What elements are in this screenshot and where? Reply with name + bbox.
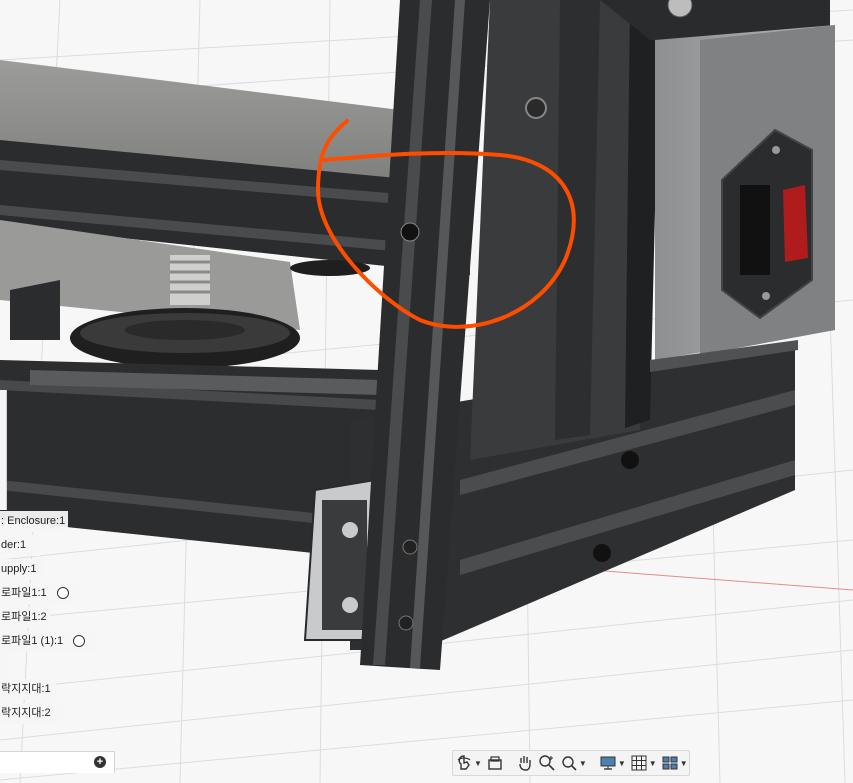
browser-row[interactable]: upply:1 [0,559,44,580]
fit-button[interactable]: ▼ [558,752,589,774]
power-switch [783,185,808,262]
browser-row-label: 락지지대:1 [1,683,51,695]
browser-row-label: 로파일1:2 [1,611,47,623]
chevron-down-icon[interactable]: ▼ [618,759,626,768]
display-settings-icon [600,756,616,770]
look-at-icon [488,756,502,770]
browser-row[interactable]: 락지지대:1 [0,679,56,700]
visibility-toggle-icon[interactable] [56,587,69,600]
browser-row-label: 락지지대:2 [1,707,51,719]
zoom-button[interactable] [536,752,558,774]
model-viewport[interactable]: : Enclosure:1 der:1 upply:1 로파일1:1 로파일1:… [0,0,853,783]
navigation-toolbar: ▼ ▼ ▼ ▼ ▼ [452,750,690,776]
pan-button[interactable] [514,752,536,774]
chevron-down-icon[interactable]: ▼ [680,759,688,768]
browser-row-label: upply:1 [1,563,37,575]
viewports-icon [662,756,678,770]
browser-row-label: 로파일1 (1):1 [1,635,64,647]
grid-icon [631,755,647,771]
browser-row[interactable]: 로파일1:2 [0,607,50,628]
browser-row[interactable]: 로파일1:1 [0,583,78,604]
browser-row-label [0,659,1,671]
browser-row[interactable]: 락지지대:2 [0,703,62,724]
browser-row[interactable]: 로파일1 (1):1 [0,631,95,652]
browser-panel-edge [0,390,7,510]
grid-button[interactable]: ▼ [628,752,659,774]
browser-row-label: 로파일1:1 [1,587,47,599]
browser-row[interactable] [0,655,10,676]
pan-icon [519,756,531,771]
visibility-toggle-icon[interactable] [73,635,86,648]
browser-row[interactable]: der:1 [0,535,40,556]
zoom-icon [539,755,555,771]
fit-icon [562,756,577,771]
chevron-down-icon[interactable]: ▼ [474,759,482,768]
cad-scene [0,0,853,783]
orbit-icon [457,755,471,770]
viewports-button[interactable]: ▼ [659,752,690,774]
browser-row-label: der:1 [1,539,27,551]
browser-row-label: : Enclosure:1 [1,515,66,527]
browser-row[interactable]: : Enclosure:1 [0,511,68,532]
chevron-down-icon[interactable]: ▼ [649,759,657,768]
comments-bar[interactable]: + [0,751,115,773]
orbit-button[interactable]: ▼ [453,752,484,774]
add-comment-icon[interactable]: + [94,756,106,768]
display-settings-button[interactable]: ▼ [597,752,628,774]
look-at-button[interactable] [484,752,506,774]
chevron-down-icon[interactable]: ▼ [579,759,587,768]
